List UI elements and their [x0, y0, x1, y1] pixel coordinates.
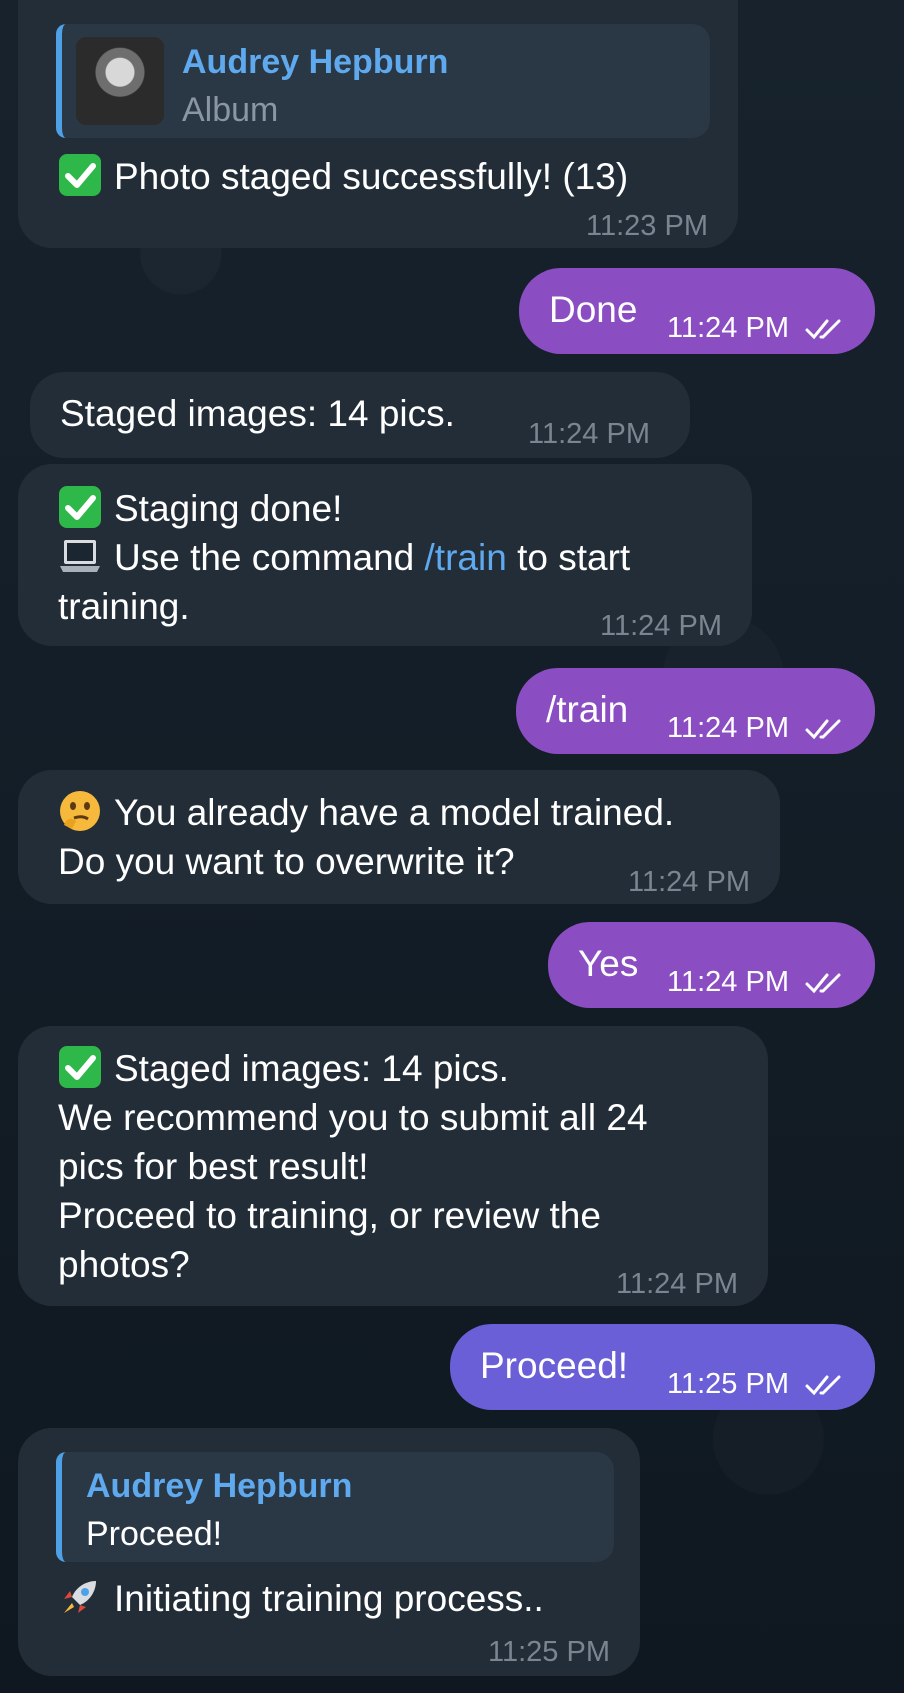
check-mark-icon: [59, 1046, 101, 1088]
check-mark-icon: [59, 154, 101, 196]
message-outgoing[interactable]: Yes 11:24 PM: [548, 922, 875, 1008]
message-outgoing[interactable]: Done 11:24 PM: [519, 268, 875, 354]
message-incoming[interactable]: You already have a model trained. Do you…: [18, 770, 780, 904]
message-incoming[interactable]: Staging done! Use the command /train to …: [18, 464, 752, 646]
message-text: Staged images: 14 pics. We recommend you…: [58, 1044, 648, 1289]
reply-sender-name: Audrey Hepburn: [182, 43, 449, 81]
message-text: Photo staged successfully! (13): [58, 152, 628, 201]
message-time: 11:25 PM: [667, 1360, 851, 1409]
check-mark-icon: [59, 486, 101, 528]
double-check-icon: [805, 973, 841, 994]
message-time: 11:25 PM: [488, 1636, 610, 1668]
message-time: 11:24 PM: [667, 304, 851, 353]
reply-preview[interactable]: Audrey Hepburn Proceed!: [56, 1452, 614, 1562]
message-text: /train: [546, 689, 629, 730]
message-text: Yes: [578, 943, 639, 984]
train-command-link[interactable]: /train: [425, 537, 507, 578]
message-time: 11:24 PM: [667, 958, 851, 1007]
message-time: 11:24 PM: [628, 866, 750, 898]
message-time: 11:23 PM: [586, 210, 708, 242]
message-text: Initiating training process..: [58, 1574, 544, 1623]
message-incoming[interactable]: Staged images: 14 pics. We recommend you…: [18, 1026, 768, 1306]
message-incoming[interactable]: Audrey Hepburn Album Photo staged succes…: [18, 0, 738, 248]
reply-subtitle: Album: [182, 91, 279, 129]
message-text: Proceed!: [480, 1345, 629, 1386]
message-outgoing[interactable]: /train 11:24 PM: [516, 668, 875, 754]
album-thumbnail: [76, 37, 164, 125]
message-time: 11:24 PM: [667, 704, 851, 753]
message-incoming[interactable]: Audrey Hepburn Proceed! Initiating train…: [18, 1428, 640, 1676]
message-time: 11:24 PM: [600, 610, 722, 642]
reply-sender-name: Audrey Hepburn: [86, 1467, 353, 1505]
message-text: You already have a model trained. Do you…: [58, 788, 674, 886]
reply-quoted-text: Proceed!: [86, 1515, 223, 1553]
rocket-icon: [64, 1581, 96, 1613]
double-check-icon: [805, 319, 841, 340]
double-check-icon: [805, 1375, 841, 1396]
chat-history[interactable]: Audrey Hepburn Album Photo staged succes…: [0, 0, 904, 1693]
double-check-icon: [805, 719, 841, 740]
laptop-icon: [60, 540, 100, 572]
message-outgoing[interactable]: Proceed! 11:25 PM: [450, 1324, 875, 1410]
thinking-face-icon: [60, 791, 100, 831]
message-time: 11:24 PM: [528, 418, 650, 450]
message-incoming[interactable]: Staged images: 14 pics. 11:24 PM: [30, 372, 690, 458]
message-text: Staged images: 14 pics.: [60, 393, 455, 434]
message-time: 11:24 PM: [616, 1268, 738, 1300]
message-text: Staging done! Use the command /train to …: [58, 484, 630, 631]
reply-preview[interactable]: Audrey Hepburn Album: [56, 24, 710, 138]
message-text: Done: [549, 289, 638, 330]
